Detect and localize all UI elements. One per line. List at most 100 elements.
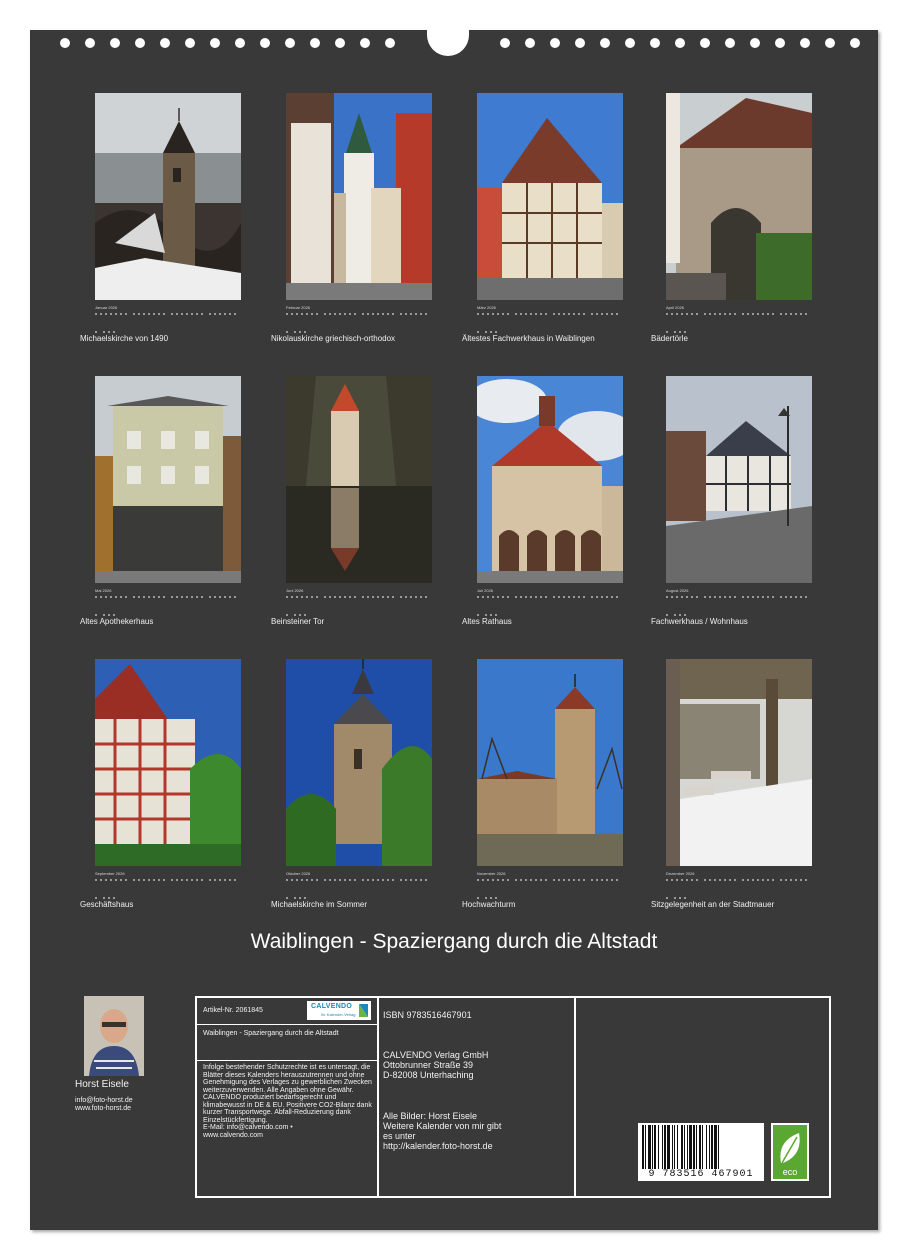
day-dot [95, 313, 97, 315]
day-dot [311, 879, 313, 881]
day-dot [492, 596, 494, 598]
day-dot [224, 313, 226, 315]
legal-text: Infolge bestehender Schutzrechte ist es … [203, 1064, 373, 1139]
day-dot [425, 596, 427, 598]
barcode-bar [664, 1125, 666, 1169]
day-dot [191, 313, 193, 315]
credits-url: http://kalender.foto-horst.de [383, 1141, 493, 1151]
day-dot [163, 596, 165, 598]
day-dot [115, 313, 117, 315]
day-dot [485, 331, 487, 333]
day-dot [415, 879, 417, 881]
calvendo-logo: CALVENDO Ihr Kalender-Verlag [307, 1001, 371, 1020]
day-dot [301, 879, 303, 881]
day-dot [530, 879, 532, 881]
day-dot [229, 879, 231, 881]
publisher-street: Ottobrunner Straße 39 [383, 1060, 474, 1070]
day-dot [349, 313, 351, 315]
day-dot [387, 313, 389, 315]
photo-october [286, 659, 432, 866]
day-dot [110, 596, 112, 598]
binding-hole [210, 38, 220, 48]
day-dot [540, 313, 542, 315]
photo-june [286, 376, 432, 583]
day-dot [103, 897, 105, 899]
day-dot [339, 879, 341, 881]
day-dot [392, 313, 394, 315]
day-dot [714, 879, 716, 881]
author-email: info@foto-horst.de [75, 1097, 133, 1104]
calendar-back-sheet: Januar 2026 Michaelskirche von 1490 Febr… [30, 28, 878, 1230]
day-dot [507, 313, 509, 315]
day-dot [704, 879, 706, 881]
publisher-address: CALVENDO Verlag GmbH Ottobrunner Straße … [383, 1050, 488, 1080]
day-dot [772, 879, 774, 881]
photo-may [95, 376, 241, 583]
day-dot [502, 596, 504, 598]
barcode-number: 9 783516 467901 [648, 1169, 754, 1180]
photo-caption: Michaelskirche von 1490 [80, 334, 169, 343]
month-label: August 2026 [666, 588, 689, 593]
month-label: April 2026 [666, 305, 685, 310]
day-dot [767, 313, 769, 315]
day-dot [785, 596, 787, 598]
day-dot [578, 879, 580, 881]
day-dot [684, 897, 686, 899]
day-dot [591, 313, 593, 315]
calendar-title: Waiblingen - Spaziergang durch die Altst… [250, 930, 658, 953]
day-dot [681, 879, 683, 881]
day-dot [334, 313, 336, 315]
day-dot [676, 596, 678, 598]
binding-hole [525, 38, 535, 48]
day-dot [420, 879, 422, 881]
day-dot [671, 879, 673, 881]
day-dot [191, 596, 193, 598]
day-dots [286, 596, 432, 616]
day-dot [666, 313, 668, 315]
day-dot [214, 313, 216, 315]
day-dot [294, 897, 296, 899]
day-dot [304, 614, 306, 616]
day-dot [671, 313, 673, 315]
day-dot [709, 313, 711, 315]
day-dot [301, 596, 303, 598]
isbn-barcode: 9 783516 467901 [638, 1123, 764, 1181]
day-dot [674, 614, 676, 616]
day-dot [492, 313, 494, 315]
day-dot [679, 897, 681, 899]
day-dot [201, 313, 203, 315]
day-dot [495, 614, 497, 616]
day-dot [805, 879, 807, 881]
barcode-bar [667, 1125, 670, 1169]
day-dot [105, 596, 107, 598]
day-dot [286, 596, 288, 598]
day-dot [691, 879, 693, 881]
day-dot [103, 331, 105, 333]
day-dot [329, 313, 331, 315]
barcode-bar [702, 1125, 703, 1169]
eco-text: eco [783, 1167, 798, 1177]
day-dot [191, 879, 193, 881]
binding-hole [260, 38, 270, 48]
barcode-bar [714, 1125, 717, 1169]
day-dot [344, 313, 346, 315]
day-dot [339, 596, 341, 598]
day-dot [482, 313, 484, 315]
day-dot [487, 596, 489, 598]
day-dot [616, 313, 618, 315]
day-dot [666, 879, 668, 881]
day-dot [113, 614, 115, 616]
day-dot [729, 596, 731, 598]
barcode-bar [709, 1125, 710, 1169]
day-dot [306, 596, 308, 598]
day-dot [485, 897, 487, 899]
day-dots [666, 313, 812, 333]
day-dot [176, 596, 178, 598]
day-dot [125, 879, 127, 881]
day-dot [299, 614, 301, 616]
day-dot [296, 596, 298, 598]
day-dot [540, 596, 542, 598]
day-dot [405, 313, 407, 315]
photo-caption: Beinsteiner Tor [271, 617, 325, 626]
day-dot [568, 879, 570, 881]
